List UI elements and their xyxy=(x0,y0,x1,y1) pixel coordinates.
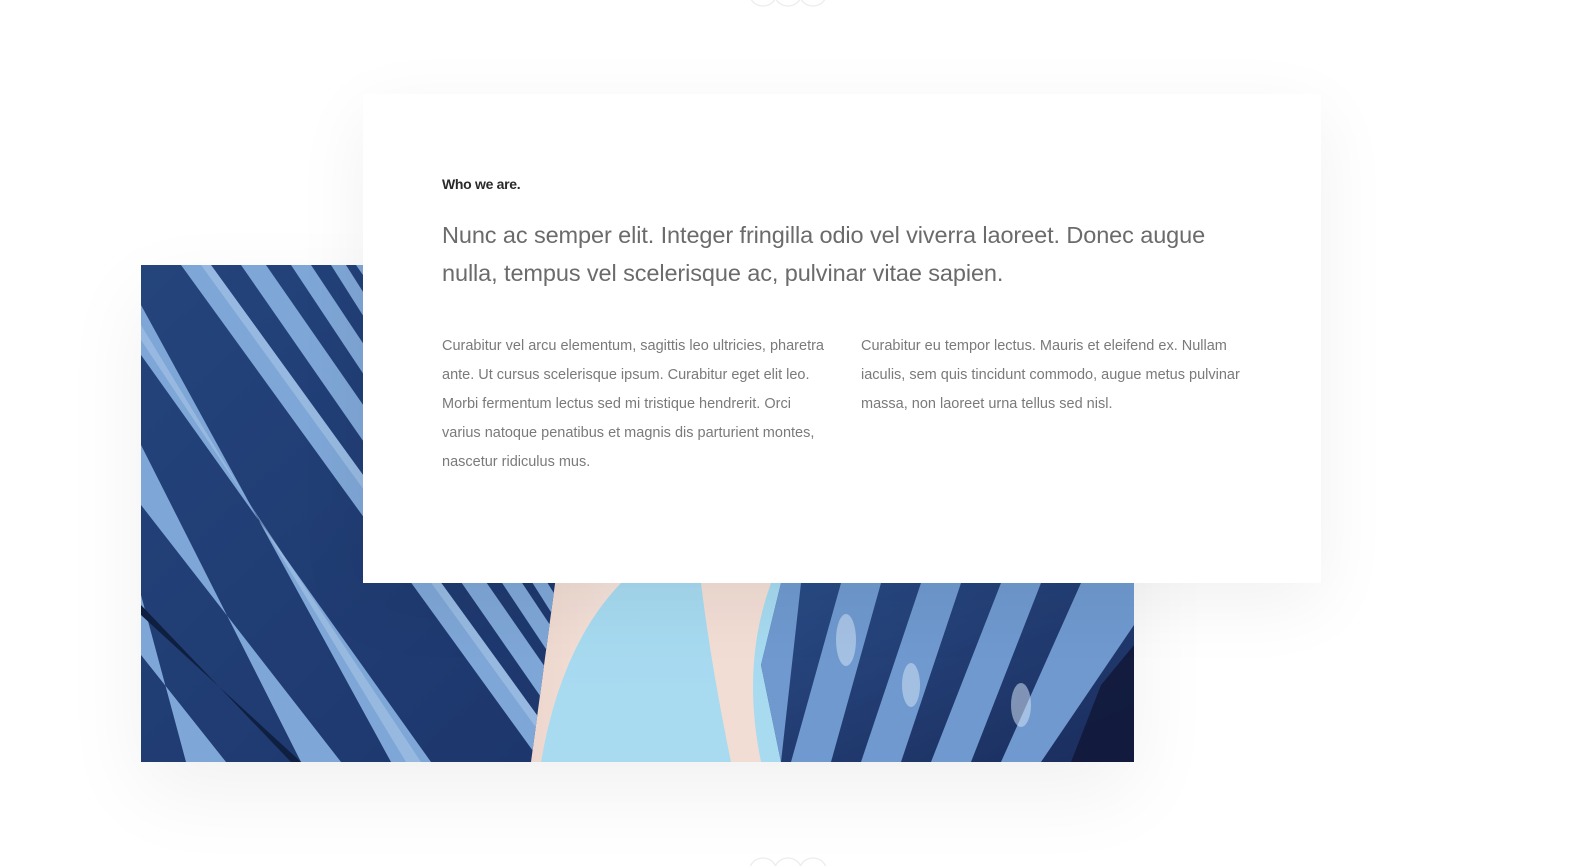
lead-paragraph: Nunc ac semper elit. Integer fringilla o… xyxy=(442,222,1206,286)
body-column-left: Curabitur vel arcu elementum, sagittis l… xyxy=(442,338,824,470)
about-card: Who we are. Nunc ac semper elit. Integer… xyxy=(363,94,1321,583)
decorative-circles-bottom xyxy=(745,854,831,866)
section-eyebrow: Who we are. xyxy=(442,176,521,192)
body-column-right: Curabitur eu tempor lectus. Mauris et el… xyxy=(861,338,1240,412)
decorative-circles-top xyxy=(745,0,831,14)
